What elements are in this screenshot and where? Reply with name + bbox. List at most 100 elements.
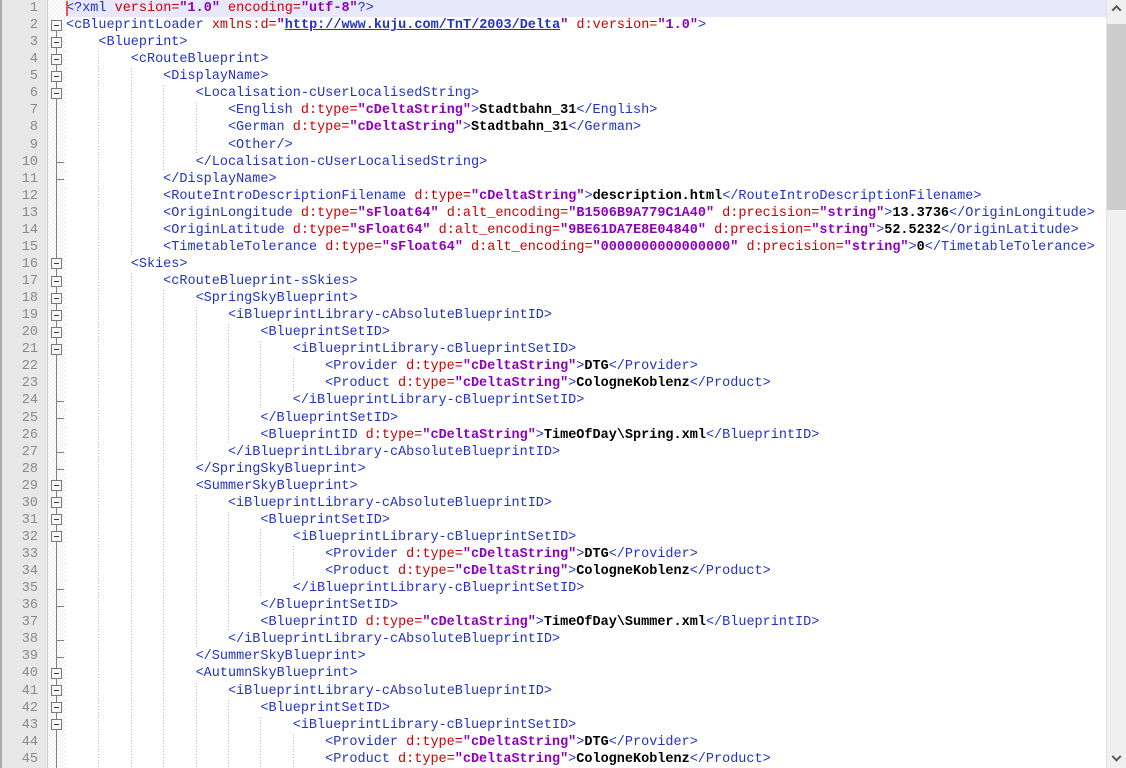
- line-number: 13: [2, 204, 48, 222]
- code-text[interactable]: <Product d:type="cDeltaString">CologneKo…: [66, 375, 1106, 393]
- code-text[interactable]: <Localisation-cUserLocalisedString>: [66, 85, 1106, 103]
- indent-guide: [260, 375, 293, 393]
- line-number: 2: [2, 17, 48, 35]
- line-number: 19: [2, 307, 48, 325]
- fold-collapse-button[interactable]: [51, 70, 62, 82]
- code-text[interactable]: <?xml version="1.0" encoding="utf-8"?>: [66, 0, 1106, 18]
- fold-collapse-button[interactable]: [51, 497, 62, 509]
- code-line: 18 <SpringSkyBlueprint>: [2, 290, 1106, 308]
- code-text[interactable]: <BlueprintSetID>: [66, 699, 1106, 717]
- code-text[interactable]: <iBlueprintLibrary-cBlueprintSetID>: [66, 528, 1106, 546]
- fold-collapse-button[interactable]: [51, 702, 62, 714]
- code-text[interactable]: </BlueprintSetID>: [66, 409, 1106, 427]
- indent-guide: [66, 205, 98, 222]
- code-text[interactable]: <OriginLongitude d:type="sFloat64" d:alt…: [66, 204, 1106, 222]
- line-number: 26: [2, 426, 48, 444]
- indent-guide: [98, 307, 131, 325]
- code-text[interactable]: <SummerSkyBlueprint>: [66, 477, 1106, 495]
- indent-guide: [163, 443, 196, 461]
- indent-guide: [227, 341, 261, 359]
- fold-collapse-button[interactable]: [51, 719, 62, 731]
- code-text[interactable]: </BlueprintSetID>: [66, 597, 1106, 615]
- indent-guide: [98, 494, 131, 512]
- code-text[interactable]: <BlueprintSetID>: [66, 324, 1106, 342]
- line-number: 30: [2, 494, 48, 512]
- scroll-down-button[interactable]: [1107, 751, 1126, 768]
- fold-collapse-button[interactable]: [51, 87, 62, 99]
- code-text[interactable]: <iBlueprintLibrary-cAbsoluteBlueprintID>: [66, 307, 1106, 325]
- code-text[interactable]: <iBlueprintLibrary-cBlueprintSetID>: [66, 716, 1106, 734]
- code-text[interactable]: <RouteIntroDescriptionFilename d:type="c…: [66, 187, 1106, 205]
- indent-guide: [227, 750, 261, 768]
- vertical-scrollbar[interactable]: [1106, 0, 1126, 768]
- code-text[interactable]: <Product d:type="cDeltaString">CologneKo…: [66, 563, 1106, 581]
- code-text[interactable]: </SummerSkyBlueprint>: [66, 648, 1106, 666]
- code-text[interactable]: <BlueprintID d:type="cDeltaString">TimeO…: [66, 426, 1106, 444]
- indent-guide: [163, 511, 196, 529]
- code-text[interactable]: <OriginLatitude d:type="sFloat64" d:alt_…: [66, 221, 1106, 239]
- indent-guide: [163, 460, 196, 478]
- code-text[interactable]: <iBlueprintLibrary-cAbsoluteBlueprintID>: [66, 494, 1106, 512]
- code-text[interactable]: <cBlueprintLoader xmlns:d="http://www.ku…: [66, 17, 1106, 35]
- fold-collapse-button[interactable]: [51, 309, 62, 321]
- code-text[interactable]: <Blueprint>: [66, 34, 1106, 52]
- code-text[interactable]: <AutumnSkyBlueprint>: [66, 665, 1106, 683]
- fold-collapse-button[interactable]: [51, 326, 62, 338]
- code-text[interactable]: </iBlueprintLibrary-cBlueprintSetID>: [66, 392, 1106, 410]
- code-text[interactable]: <Provider d:type="cDeltaString">DTG</Pro…: [66, 733, 1106, 751]
- fold-collapse-button[interactable]: [51, 53, 62, 65]
- code-text[interactable]: <Product d:type="cDeltaString">CologneKo…: [66, 750, 1106, 768]
- indent-guide: [163, 324, 196, 342]
- code-text[interactable]: <German d:type="cDeltaString">Stadtbahn_…: [66, 119, 1106, 137]
- code-text[interactable]: </iBlueprintLibrary-cBlueprintSetID>: [66, 580, 1106, 598]
- code-text[interactable]: </iBlueprintLibrary-cAbsoluteBlueprintID…: [66, 631, 1106, 649]
- fold-collapse-button[interactable]: [51, 19, 62, 31]
- fold-collapse-button[interactable]: [51, 292, 62, 304]
- code-text[interactable]: <TimetableTolerance d:type="sFloat64" d:…: [66, 238, 1106, 256]
- code-text[interactable]: <cRouteBlueprint>: [66, 51, 1106, 69]
- indent-guide: [66, 734, 98, 751]
- fold-collapse-button[interactable]: [51, 685, 62, 697]
- line-number: 28: [2, 460, 48, 478]
- fold-collapse-button[interactable]: [51, 36, 62, 48]
- code-editor[interactable]: 1 <?xml version="1.0" encoding="utf-8"?> 2…: [2, 0, 1106, 768]
- code-text[interactable]: <cRouteBlueprint-sSkies>: [66, 273, 1106, 291]
- line-number: 39: [2, 648, 48, 666]
- code-text[interactable]: <DisplayName>: [66, 68, 1106, 86]
- indent-guide: [130, 597, 164, 615]
- code-text[interactable]: <BlueprintSetID>: [66, 511, 1106, 529]
- indent-guide: [98, 85, 131, 103]
- code-text[interactable]: <Provider d:type="cDeltaString">DTG</Pro…: [66, 358, 1106, 376]
- indent-guide: [66, 700, 98, 717]
- code-text[interactable]: <Provider d:type="cDeltaString">DTG</Pro…: [66, 546, 1106, 564]
- scrollbar-thumb[interactable]: [1107, 24, 1126, 210]
- indent-guide: [130, 733, 164, 751]
- indent-guide: [130, 392, 164, 410]
- code-text[interactable]: </DisplayName>: [66, 170, 1106, 188]
- fold-collapse-button[interactable]: [51, 480, 62, 492]
- indent-guide: [163, 699, 196, 717]
- code-text[interactable]: <SpringSkyBlueprint>: [66, 290, 1106, 308]
- fold-collapse-button[interactable]: [51, 258, 62, 270]
- code-text[interactable]: <iBlueprintLibrary-cBlueprintSetID>: [66, 341, 1106, 359]
- code-text[interactable]: </SpringSkyBlueprint>: [66, 460, 1106, 478]
- scroll-up-button[interactable]: [1107, 0, 1126, 17]
- code-text[interactable]: <iBlueprintLibrary-cAbsoluteBlueprintID>: [66, 682, 1106, 700]
- fold-collapse-button[interactable]: [51, 667, 62, 679]
- line-number: 20: [2, 324, 48, 342]
- indent-guide: [66, 597, 98, 614]
- code-text[interactable]: </iBlueprintLibrary-cAbsoluteBlueprintID…: [66, 443, 1106, 461]
- indent-guide: [195, 324, 228, 342]
- indent-guide: [163, 290, 196, 308]
- code-text[interactable]: <Other/>: [66, 136, 1106, 154]
- fold-collapse-button[interactable]: [51, 343, 62, 355]
- fold-collapse-button[interactable]: [51, 275, 62, 287]
- code-text[interactable]: <Skies>: [66, 255, 1106, 273]
- fold-collapse-button[interactable]: [51, 514, 62, 526]
- code-text[interactable]: <English d:type="cDeltaString">Stadtbahn…: [66, 102, 1106, 120]
- indent-guide: [163, 153, 196, 171]
- indent-guide: [130, 546, 164, 564]
- fold-collapse-button[interactable]: [51, 531, 62, 543]
- code-text[interactable]: </Localisation-cUserLocalisedString>: [66, 153, 1106, 171]
- code-text[interactable]: <BlueprintID d:type="cDeltaString">TimeO…: [66, 614, 1106, 632]
